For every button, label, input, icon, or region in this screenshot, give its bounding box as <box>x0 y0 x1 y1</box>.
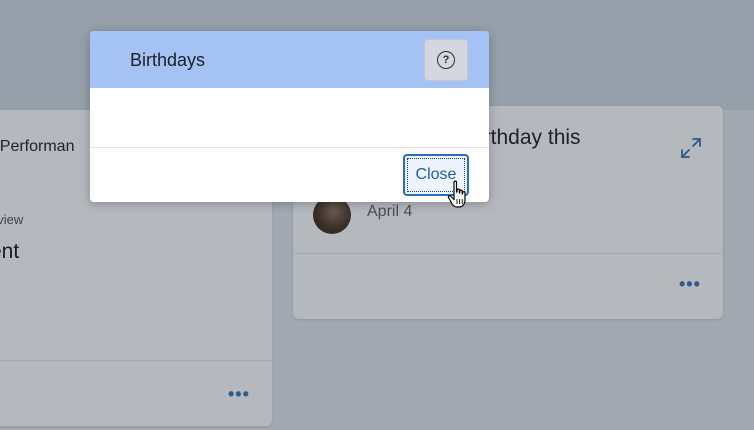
card-divider <box>293 253 723 254</box>
dialog-body <box>90 88 489 147</box>
birthday-card-title: irthday this <box>479 126 581 149</box>
dialog-title: Birthdays <box>130 50 206 70</box>
birthdays-dialog: Birthdays ? Close <box>90 31 489 202</box>
performance-card-subtitle: eview <box>0 212 24 227</box>
card-divider <box>0 360 272 361</box>
dialog-footer-divider <box>90 147 489 148</box>
question-circle-icon: ? <box>437 51 455 69</box>
help-button[interactable]: ? <box>424 39 468 81</box>
more-options-icon[interactable]: ••• <box>228 384 250 405</box>
expand-icon[interactable] <box>679 136 703 160</box>
performance-card-title: r Performan <box>0 138 75 155</box>
performance-card-value: ent <box>0 240 20 263</box>
dialog-header: Birthdays ? <box>90 31 489 88</box>
birthday-date: April 4 <box>367 203 413 220</box>
close-button[interactable]: Close <box>403 154 469 196</box>
more-options-icon[interactable]: ••• <box>679 274 701 295</box>
